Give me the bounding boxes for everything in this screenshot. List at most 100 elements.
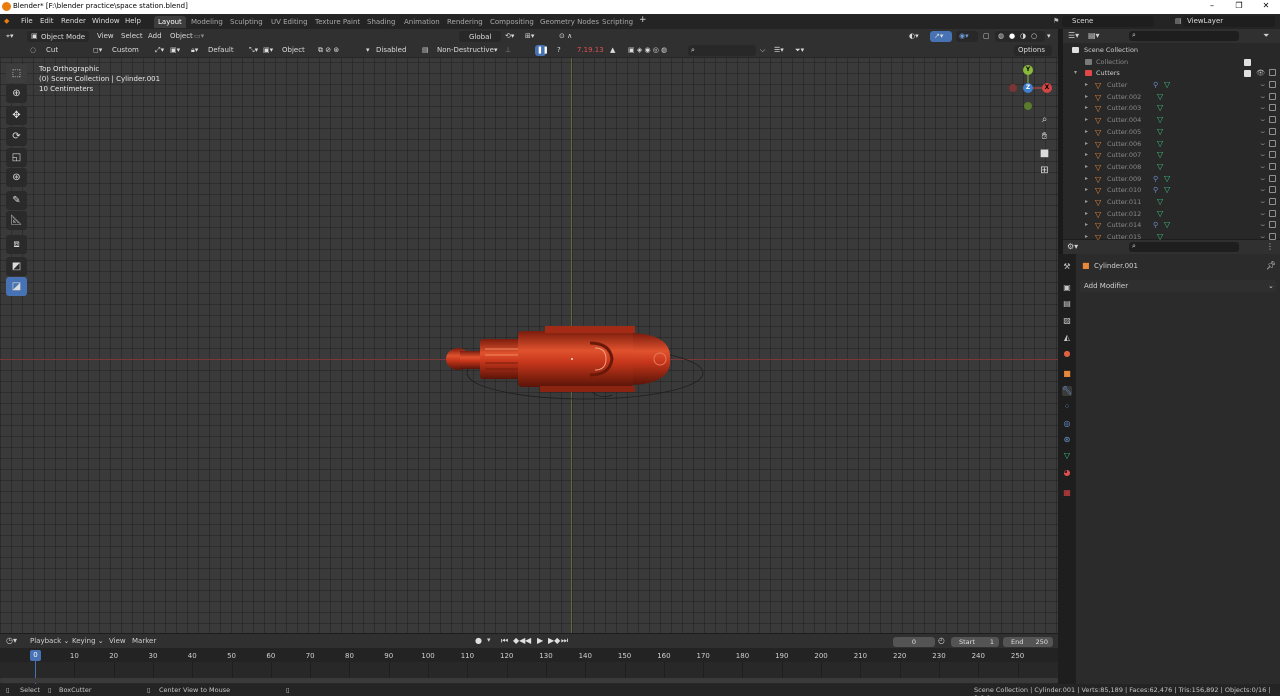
list-options-icon[interactable]: ☰▾: [774, 46, 784, 54]
visibility-eye-icon[interactable]: ⌣: [1260, 221, 1265, 230]
filter-icon[interactable]: ⏷▾: [795, 46, 804, 55]
select-box-tool[interactable]: ⬚: [6, 64, 27, 83]
render-camera-icon[interactable]: [1269, 186, 1276, 194]
gizmo-y-axis[interactable]: Y: [1023, 65, 1033, 75]
pan-hand-icon[interactable]: ✋︎: [1038, 131, 1051, 144]
collection-exclude-checkbox[interactable]: [1244, 59, 1251, 66]
zoom-icon[interactable]: ⌕: [1038, 114, 1051, 127]
outliner-editor-icon[interactable]: ☰▾: [1068, 31, 1079, 40]
mode-label[interactable]: Non-Destructive: [437, 46, 494, 54]
tab-modeling[interactable]: Modeling: [187, 16, 227, 28]
outliner-scene-collection[interactable]: Scene Collection: [1063, 45, 1280, 56]
scene-selector[interactable]: Scene: [1062, 16, 1154, 27]
menu-keying[interactable]: Keying ⌄: [72, 637, 104, 645]
prev-keyframe-icon[interactable]: ◆◀: [513, 636, 525, 645]
start-frame-field[interactable]: Start 1: [951, 637, 999, 647]
physics-tab[interactable]: ◎: [1062, 419, 1072, 429]
play-icon[interactable]: ▶: [537, 636, 543, 645]
properties-editor-icon[interactable]: ⚙▾: [1067, 242, 1078, 251]
render-camera-icon[interactable]: [1269, 162, 1276, 170]
menu-playback[interactable]: Playback ⌄: [30, 637, 69, 645]
transform-tool[interactable]: ⊛: [6, 168, 27, 187]
render-tab[interactable]: ▣: [1062, 283, 1072, 293]
hardops-tool[interactable]: ◪: [6, 277, 27, 296]
extra-menu-icon[interactable]: ▭▾: [194, 32, 204, 40]
options-button[interactable]: Options: [1014, 45, 1052, 56]
visibility-eye-icon[interactable]: ⌣: [1260, 104, 1265, 113]
tab-rendering[interactable]: Rendering: [443, 16, 487, 28]
item-expand-icon[interactable]: ▸: [1085, 104, 1088, 111]
item-expand-icon[interactable]: ▸: [1085, 151, 1088, 158]
modifier-wrench-icon[interactable]: ⚲: [1153, 175, 1158, 183]
mesh-data-icon[interactable]: ▽: [1157, 197, 1163, 206]
view-layer-selector[interactable]: ViewLayer: [1183, 16, 1275, 27]
measure-tool[interactable]: 📐︎: [6, 211, 27, 230]
tab-layout[interactable]: Layout: [154, 16, 186, 28]
pin-properties-icon[interactable]: 📌︎: [1266, 261, 1276, 270]
transform-label[interactable]: Default: [208, 46, 234, 54]
3d-viewport[interactable]: Top Orthographic (0) Scene Collection | …: [0, 58, 1058, 633]
texture-tab[interactable]: ▦: [1062, 488, 1072, 498]
item-expand-icon[interactable]: ▸: [1085, 175, 1088, 182]
warning-icon[interactable]: ▲: [610, 46, 615, 54]
box-icons[interactable]: ▣ ◈ ◉ ◎ ◍: [628, 46, 667, 54]
render-camera-icon[interactable]: [1269, 127, 1276, 135]
tab-compositing[interactable]: Compositing: [486, 16, 538, 28]
cutters-exclude-checkbox[interactable]: [1244, 70, 1251, 77]
modifier-wrench-icon[interactable]: ⚲: [1153, 81, 1158, 89]
shape-label[interactable]: Custom: [112, 46, 139, 54]
outliner-item[interactable]: ▸ ▽ Cutter.004 ▽ ⌣: [1063, 115, 1280, 126]
menu-object[interactable]: Object: [170, 32, 193, 40]
shape-icon[interactable]: ◻▾: [93, 46, 102, 54]
play-reverse-icon[interactable]: ◀: [525, 636, 531, 645]
tab-geometry-nodes[interactable]: Geometry Nodes: [536, 16, 603, 28]
outliner-item[interactable]: ▸ ▽ Cutter.008 ▽ ⌣: [1063, 162, 1280, 173]
outliner-item[interactable]: ▸ ▽ Cutter.011 ▽ ⌣: [1063, 197, 1280, 208]
editor-type-icon[interactable]: ⌖▾: [6, 32, 13, 41]
gizmo-toggle[interactable]: ↗▾: [930, 31, 952, 42]
outliner-item[interactable]: ▸ ▽ Cutter.012 ▽ ⌣: [1063, 209, 1280, 220]
gizmo-z-axis[interactable]: Z: [1023, 83, 1033, 93]
mesh-data-icon[interactable]: ▽: [1164, 185, 1170, 194]
mesh-data-icon[interactable]: ▽: [1157, 139, 1163, 148]
tab-shading[interactable]: Shading: [363, 16, 399, 28]
outliner-item[interactable]: ▸ ▽ Cutter.010 ⚲ ▽ ⌣: [1063, 185, 1280, 196]
outliner-item[interactable]: ▸ ▽ Cutter.003 ▽ ⌣: [1063, 103, 1280, 114]
visibility-eye-icon[interactable]: 👁︎: [1256, 69, 1265, 77]
cursor-tool[interactable]: ⊕: [6, 84, 27, 103]
render-camera-icon[interactable]: [1269, 209, 1276, 217]
outliner-search-input[interactable]: ⌕: [1129, 31, 1239, 41]
current-frame-field[interactable]: 0: [893, 637, 935, 647]
constraints-tab[interactable]: ⊛: [1062, 435, 1072, 445]
menu-timeline-view[interactable]: View: [109, 637, 126, 645]
item-expand-icon[interactable]: ▸: [1085, 140, 1088, 147]
menu-help[interactable]: Help: [125, 17, 141, 25]
maximize-button[interactable]: ❐: [1232, 1, 1246, 10]
item-expand-icon[interactable]: ▸: [1085, 116, 1088, 123]
item-expand-icon[interactable]: ▸: [1085, 163, 1088, 170]
mesh-data-icon[interactable]: ▽: [1157, 162, 1163, 171]
data-tab[interactable]: ▽: [1062, 451, 1072, 461]
mesh-data-icon[interactable]: ▽: [1157, 127, 1163, 136]
mode-dropdown-icon[interactable]: ▾: [494, 46, 498, 54]
tool-search-input[interactable]: ⌕: [688, 45, 756, 56]
visibility-eye-icon[interactable]: ⌣: [1260, 175, 1265, 184]
orientation-selector[interactable]: Global: [459, 31, 501, 42]
menu-view[interactable]: View: [97, 32, 114, 40]
boxcutter-tool[interactable]: ◩: [6, 257, 27, 276]
display-dropdown-icon[interactable]: ▾: [366, 46, 370, 54]
mesh-data-icon[interactable]: ▽: [1164, 220, 1170, 229]
pause-button[interactable]: ❚❚: [535, 45, 549, 56]
item-expand-icon[interactable]: ▸: [1085, 198, 1088, 205]
view-layer-tab[interactable]: ▨: [1062, 316, 1072, 326]
render-camera-icon[interactable]: [1269, 116, 1276, 124]
snap-icon[interactable]: ⊞▾: [525, 32, 534, 40]
preview-range-clock-icon[interactable]: ◴: [938, 636, 945, 645]
overlay-toggle[interactable]: ◉▾: [956, 31, 978, 42]
visibility-eye-icon[interactable]: ⌣: [1260, 210, 1265, 219]
expand-chevron-icon[interactable]: ▾: [1074, 69, 1077, 76]
scale-tool[interactable]: ◱: [6, 148, 27, 167]
particles-tab[interactable]: ⁘: [1062, 402, 1072, 412]
mesh-data-icon[interactable]: ▽: [1157, 115, 1163, 124]
modifier-wrench-icon[interactable]: ⚲: [1153, 186, 1158, 194]
